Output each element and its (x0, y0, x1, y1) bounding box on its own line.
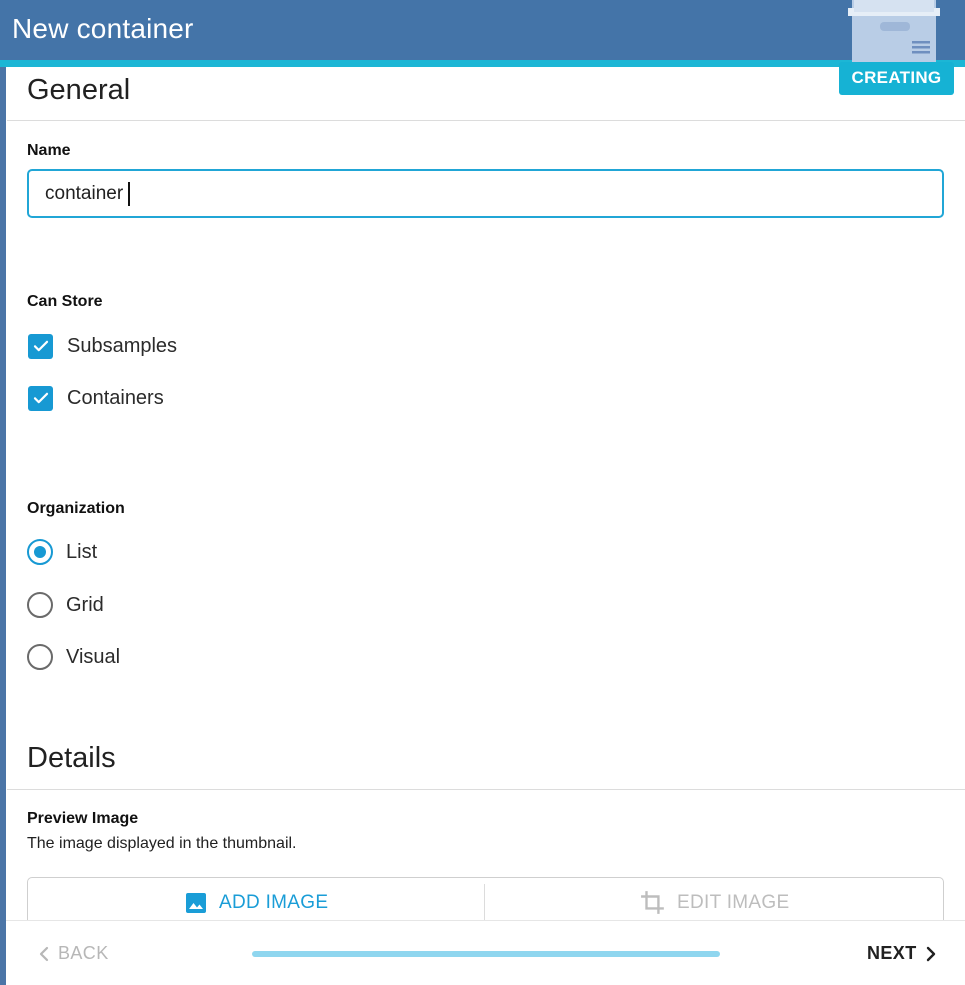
page-title: New container (12, 13, 194, 44)
progress-fill (252, 951, 720, 957)
chevron-left-icon (39, 946, 49, 961)
edit-image-button[interactable]: EDIT IMAGE (640, 888, 789, 918)
add-image-button[interactable]: ADD IMAGE (184, 888, 328, 918)
image-icon (186, 893, 206, 913)
checkbox-label-containers: Containers (67, 386, 164, 409)
next-button[interactable]: NEXT (867, 943, 939, 964)
radio-label-visual: Visual (66, 645, 121, 668)
left-accent-bar (0, 60, 6, 985)
section-title-details: Details (27, 742, 116, 774)
radio-visual[interactable]: Visual (27, 642, 120, 672)
chevron-right-icon (926, 946, 935, 961)
radio-grid[interactable]: Grid (27, 590, 104, 620)
can-store-label: Can Store (27, 293, 103, 310)
header-bar: New container (0, 0, 965, 60)
name-input[interactable] (27, 169, 944, 218)
add-image-label: ADD IMAGE (219, 892, 329, 913)
section-title-general: General (27, 74, 131, 106)
name-label: Name (27, 142, 71, 159)
crop-icon (641, 891, 664, 914)
radio-list[interactable]: List (27, 537, 97, 567)
checkbox-checked-icon[interactable] (28, 333, 53, 359)
next-label: NEXT (867, 943, 917, 963)
organization-label: Organization (27, 500, 125, 517)
radio-label-list: List (66, 540, 98, 563)
checkbox-subsamples[interactable]: Subsamples (27, 331, 177, 361)
checkbox-label-subsamples: Subsamples (67, 334, 178, 357)
progress-bar (252, 951, 720, 957)
edit-image-label: EDIT IMAGE (677, 892, 790, 913)
header-stripe (0, 60, 965, 67)
divider (7, 120, 965, 121)
back-button[interactable]: BACK (36, 943, 109, 964)
radio-unselected-icon[interactable] (27, 644, 53, 670)
checkbox-checked-icon[interactable] (28, 385, 53, 411)
preview-image-helper: The image displayed in the thumbnail. (27, 835, 297, 852)
radio-selected-icon[interactable] (27, 539, 53, 565)
preview-image-label: Preview Image (27, 810, 139, 827)
text-caret (128, 182, 130, 206)
divider (7, 789, 965, 790)
back-label: BACK (58, 943, 109, 963)
container-box-icon (848, 0, 940, 62)
radio-label-grid: Grid (66, 593, 104, 616)
radio-unselected-icon[interactable] (27, 592, 53, 618)
button-divider (484, 884, 485, 924)
status-badge: CREATING (839, 62, 954, 95)
checkbox-containers[interactable]: Containers (27, 383, 164, 413)
